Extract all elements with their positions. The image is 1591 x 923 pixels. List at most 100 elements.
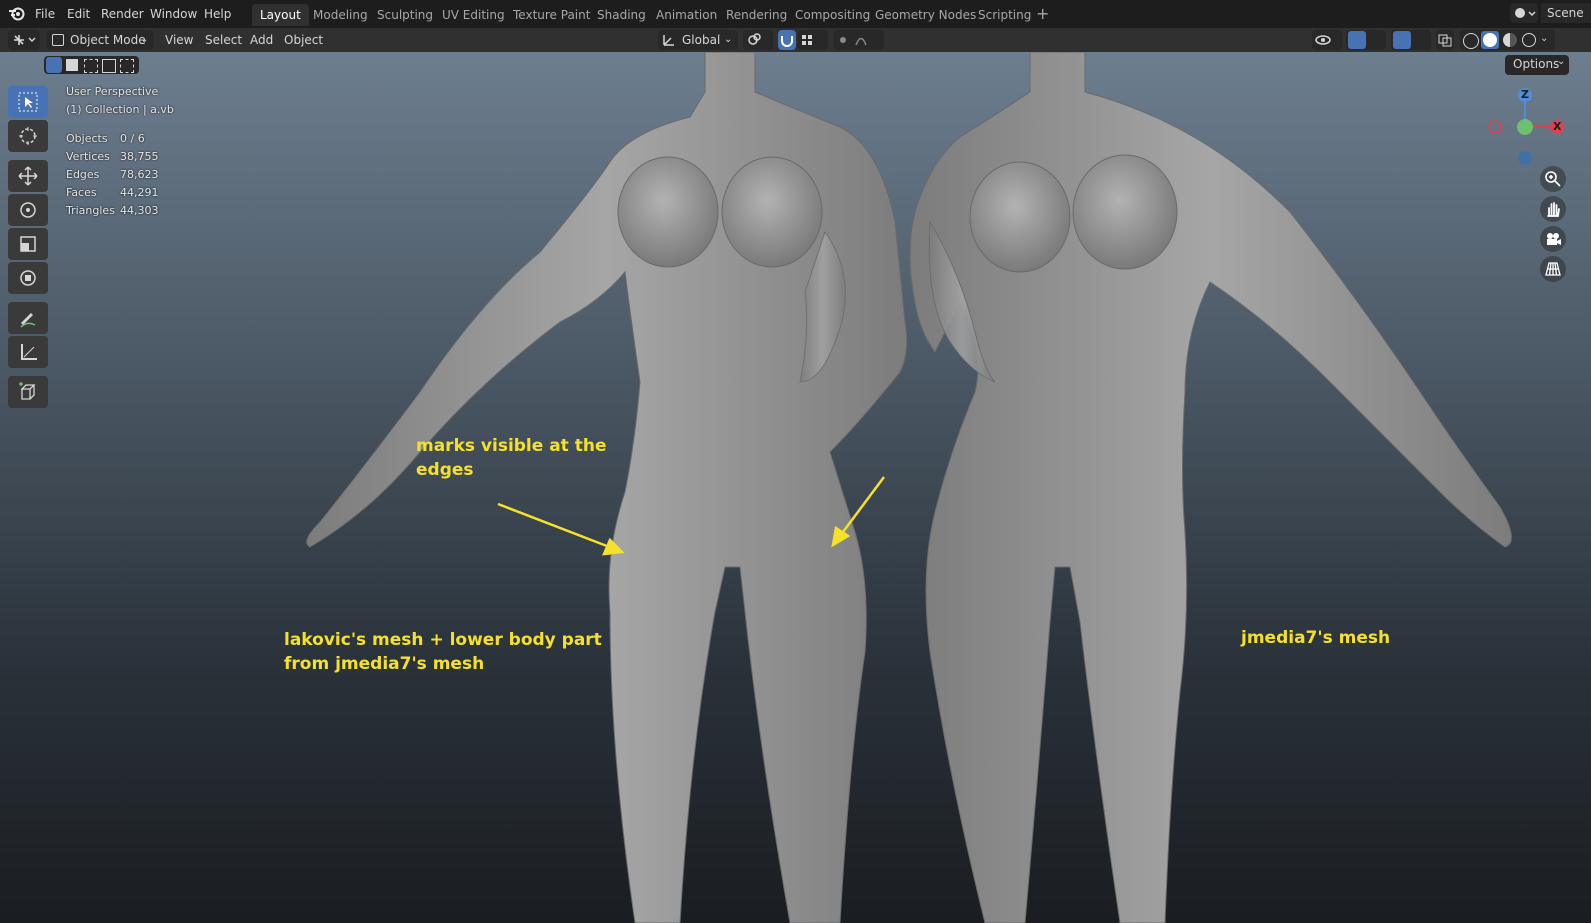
snap-target-icon[interactable] — [798, 30, 828, 50]
stat-objects-label: Objects — [66, 132, 108, 145]
camera-icon[interactable] — [1540, 226, 1566, 252]
cursor-tool[interactable] — [8, 120, 48, 152]
tab-rendering[interactable]: Rendering — [718, 4, 795, 26]
menu-render[interactable]: Render — [101, 5, 144, 23]
transform-icon — [20, 270, 36, 286]
tab-texture-paint[interactable]: Texture Paint — [505, 4, 598, 26]
add-workspace-icon[interactable]: + — [1036, 5, 1049, 23]
transform-tool[interactable] — [8, 262, 48, 294]
snap-icon[interactable] — [778, 30, 796, 50]
select-new-icon[interactable] — [46, 57, 62, 73]
blender-logo-icon[interactable] — [8, 4, 26, 22]
move-arrows-icon — [18, 166, 38, 186]
gizmo-y-axis[interactable] — [1517, 119, 1533, 135]
scale-tool[interactable] — [8, 228, 48, 260]
annotation-left-mesh: lakovic's mesh + lower body part from jm… — [284, 628, 602, 676]
mode-label: Object Mode — [70, 33, 146, 47]
gizmo-neg-x[interactable] — [1488, 120, 1502, 134]
stat-vertices-label: Vertices — [66, 150, 110, 163]
chevron-down-icon: ⌄ — [1557, 56, 1566, 67]
wireframe-shading-icon[interactable] — [1463, 33, 1479, 49]
material-shading-icon[interactable] — [1503, 33, 1517, 47]
select-extend-icon[interactable] — [66, 59, 78, 71]
gizmo-x-label: X — [1553, 120, 1562, 133]
menu-file[interactable]: File — [35, 5, 55, 23]
transform-orientation-dropdown[interactable]: Global ⌄ — [658, 30, 738, 50]
stat-triangles-value: 44,303 — [120, 204, 159, 217]
select-box-tool[interactable] — [8, 86, 48, 118]
menu-view[interactable]: View — [165, 31, 193, 49]
zoom-icon[interactable] — [1540, 166, 1566, 192]
tab-sculpting[interactable]: Sculpting — [369, 4, 441, 26]
perspective-grid-icon[interactable] — [1540, 256, 1566, 282]
tab-scripting[interactable]: Scripting — [970, 4, 1039, 26]
tab-uv-editing[interactable]: UV Editing — [434, 4, 513, 26]
annotate-tool[interactable] — [8, 302, 48, 334]
options-dropdown[interactable]: Options ⌄ — [1505, 55, 1569, 75]
stat-objects-value: 0 / 6 — [120, 132, 145, 145]
orientation-icon — [663, 35, 674, 46]
stat-faces-value: 44,291 — [120, 186, 159, 199]
proportional-editing-icon[interactable] — [834, 30, 884, 50]
shading-mode-group[interactable]: ⌄ — [1460, 30, 1555, 50]
left-mesh — [306, 52, 908, 923]
menu-window[interactable]: Window — [150, 5, 197, 23]
tab-modeling[interactable]: Modeling — [305, 4, 376, 26]
tab-shading[interactable]: Shading — [589, 4, 654, 26]
stat-edges-label: Edges — [66, 168, 100, 181]
solid-shading-icon[interactable] — [1481, 31, 1499, 49]
overlays-toggle-icon[interactable] — [1391, 30, 1431, 50]
stat-faces-label: Faces — [66, 186, 97, 199]
object-mode-icon — [52, 34, 64, 46]
annotation-right-mesh: jmedia7's mesh — [1241, 628, 1391, 648]
pivot-point-icon[interactable] — [743, 30, 773, 50]
view-perspective-label: User Perspective — [66, 85, 159, 98]
rendered-shading-icon[interactable] — [1522, 33, 1536, 47]
tab-geometry-nodes[interactable]: Geometry Nodes — [867, 4, 984, 26]
select-invert-icon[interactable] — [102, 59, 116, 73]
measure-tool[interactable] — [8, 336, 48, 368]
chevron-down-icon: ⌄ — [724, 34, 733, 45]
xray-toggle-icon[interactable] — [1436, 30, 1454, 50]
scene-render — [306, 52, 1512, 923]
ruler-icon — [21, 344, 37, 360]
cursor-arrow-icon — [18, 92, 38, 112]
tab-animation[interactable]: Animation — [648, 4, 725, 26]
gizmo-neg-z[interactable] — [1518, 151, 1532, 165]
options-label: Options — [1513, 57, 1560, 71]
orientation-label: Global — [682, 33, 721, 47]
scale-icon — [20, 236, 36, 252]
mode-dropdown[interactable]: Object Mode ⌄ — [46, 30, 154, 50]
selection-mode-group[interactable] — [44, 56, 139, 74]
rotate-tool[interactable] — [8, 194, 48, 226]
move-tool[interactable] — [8, 160, 48, 192]
annotation-marks: marks visible at the edges — [416, 434, 607, 482]
select-subtract-icon[interactable] — [84, 59, 98, 73]
tab-compositing[interactable]: Compositing — [787, 4, 878, 26]
stat-triangles-label: Triangles — [66, 204, 115, 217]
menu-object[interactable]: Object — [284, 31, 323, 49]
visibility-icon[interactable] — [1312, 30, 1342, 50]
menu-help[interactable]: Help — [204, 5, 231, 23]
stat-edges-value: 78,623 — [120, 168, 159, 181]
gizmo-toggle-icon[interactable] — [1346, 30, 1386, 50]
pan-hand-icon[interactable] — [1540, 196, 1566, 222]
tab-layout[interactable]: Layout — [252, 4, 309, 26]
scene-name[interactable]: Scene — [1541, 3, 1591, 23]
collection-label: (1) Collection | a.vb — [66, 103, 174, 116]
add-cube-tool[interactable] — [8, 376, 48, 408]
menu-edit[interactable]: Edit — [67, 5, 90, 23]
editor-type-icon[interactable] — [8, 30, 40, 50]
scene-selector-icon[interactable] — [1510, 3, 1538, 23]
rotate-icon — [20, 202, 36, 218]
select-intersect-icon[interactable] — [120, 59, 134, 73]
gizmo-z-label: Z — [1521, 88, 1529, 101]
annotation-left-line2: from jmedia7's mesh — [284, 654, 485, 674]
menu-select[interactable]: Select — [205, 31, 242, 49]
menu-add[interactable]: Add — [250, 31, 273, 49]
3d-cursor-icon — [19, 127, 37, 145]
annotation-marks-line1: marks visible at the — [416, 436, 607, 456]
top-bar: File Edit Render Window Help Layout Mode… — [0, 0, 1591, 28]
3d-viewport[interactable]: User Perspective (1) Collection | a.vb O… — [0, 52, 1591, 923]
chevron-down-icon[interactable]: ⌄ — [1540, 30, 1548, 48]
